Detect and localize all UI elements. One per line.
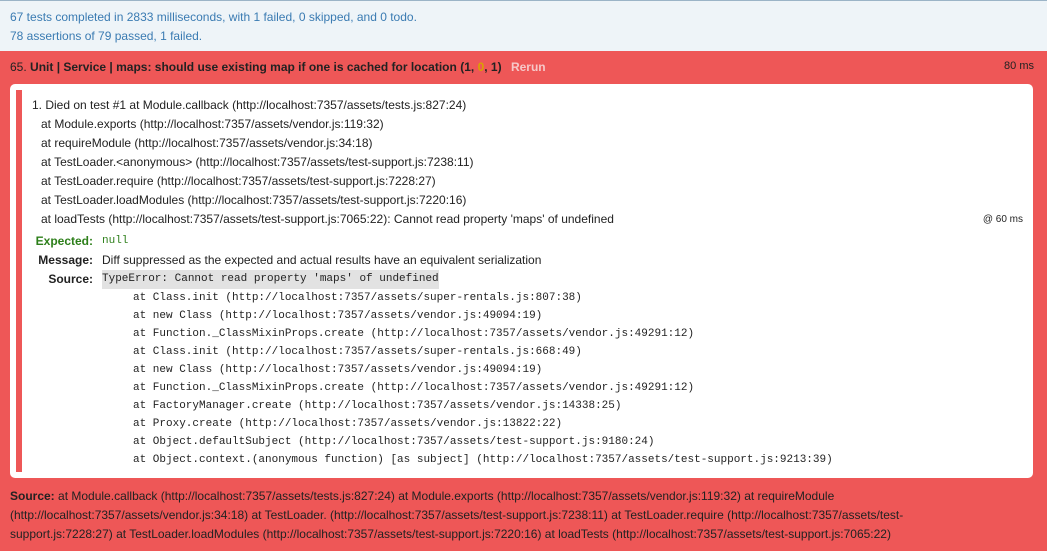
stack-line: at Class.init (http://localhost:7357/ass… <box>133 292 582 304</box>
failed-count: 1 <box>464 60 471 74</box>
assertion-line: at TestLoader.require (http://localhost:… <box>41 174 436 188</box>
source-stack-trace: at Class.init (http://localhost:7357/ass… <box>133 289 1023 469</box>
summary-assertions-line: 78 assertions of 79 passed, 1 failed. <box>10 29 203 43</box>
assertion-line: at TestLoader.<anonymous> (http://localh… <box>41 155 474 169</box>
test-counts: (1, 0, 1) <box>460 60 502 74</box>
stack-line: at Class.init (http://localhost:7357/ass… <box>133 346 582 358</box>
stack-line: at Object.context.(anonymous function) [… <box>133 454 833 466</box>
stack-line: at new Class (http://localhost:7357/asse… <box>133 310 543 322</box>
rerun-link[interactable]: Rerun <box>511 60 546 74</box>
assertion-line: at TestLoader.loadModules (http://localh… <box>41 193 467 207</box>
assertion-line: at loadTests (http://localhost:7357/asse… <box>41 212 614 226</box>
assertion-line: at requireModule (http://localhost:7357/… <box>41 136 373 150</box>
message-row: Message: Diff suppressed as the expected… <box>20 251 1023 270</box>
expected-row: Expected: null <box>20 232 1023 251</box>
footer-source-line: support.js:7228:27) at TestLoader.loadMo… <box>10 527 891 541</box>
footer-source-label: Source: <box>10 489 55 503</box>
assertion-details-table: Expected: null Message: Diff suppressed … <box>20 232 1023 469</box>
footer-source-line: (http://localhost:7357/assets/vendor.js:… <box>10 508 904 522</box>
test-source: Source: at Module.callback (http://local… <box>10 487 1037 544</box>
stack-line: at Proxy.create (http://localhost:7357/a… <box>133 418 563 430</box>
assertion-line: at Module.exports (http://localhost:7357… <box>41 117 384 131</box>
assertion-panel: 1. Died on test #1 at Module.callback (h… <box>10 84 1033 478</box>
message-value: Diff suppressed as the expected and actu… <box>102 253 542 267</box>
footer-source-line: Source: at Module.callback (http://local… <box>10 489 835 503</box>
source-error: TypeError: Cannot read property 'maps' o… <box>102 270 439 289</box>
source-row: Source: TypeError: Cannot read property … <box>20 270 1023 289</box>
test-summary: 67 tests completed in 2833 milliseconds,… <box>0 0 1047 51</box>
test-runtime: 80 ms <box>1004 60 1034 72</box>
passed-count: 0 <box>477 60 485 74</box>
expected-value: null <box>102 235 129 247</box>
source-label: Source: <box>48 272 93 286</box>
assertion-message: 1. Died on test #1 at Module.callback (h… <box>32 96 1023 229</box>
assertion-line: 1. Died on test #1 at Module.callback (h… <box>32 98 467 112</box>
message-label: Message: <box>38 253 93 267</box>
stack-line: at FactoryManager.create (http://localho… <box>133 400 622 412</box>
stack-line: at Function._ClassMixinProps.create (htt… <box>133 382 695 394</box>
total-count: 1 <box>490 60 498 74</box>
test-number: 65. <box>10 60 27 74</box>
failed-test-header[interactable]: 65. Unit | Service | maps: should use ex… <box>0 51 1047 84</box>
assertion-duration: @ 60 ms <box>982 214 1023 225</box>
stack-line: at new Class (http://localhost:7357/asse… <box>133 364 543 376</box>
test-name[interactable]: Unit | Service | maps: should use existi… <box>30 60 457 74</box>
stack-line: at Function._ClassMixinProps.create (htt… <box>133 328 695 340</box>
expected-label: Expected: <box>35 234 93 248</box>
summary-tests-line: 67 tests completed in 2833 milliseconds,… <box>10 10 417 24</box>
stack-line: at Object.defaultSubject (http://localho… <box>133 436 655 448</box>
